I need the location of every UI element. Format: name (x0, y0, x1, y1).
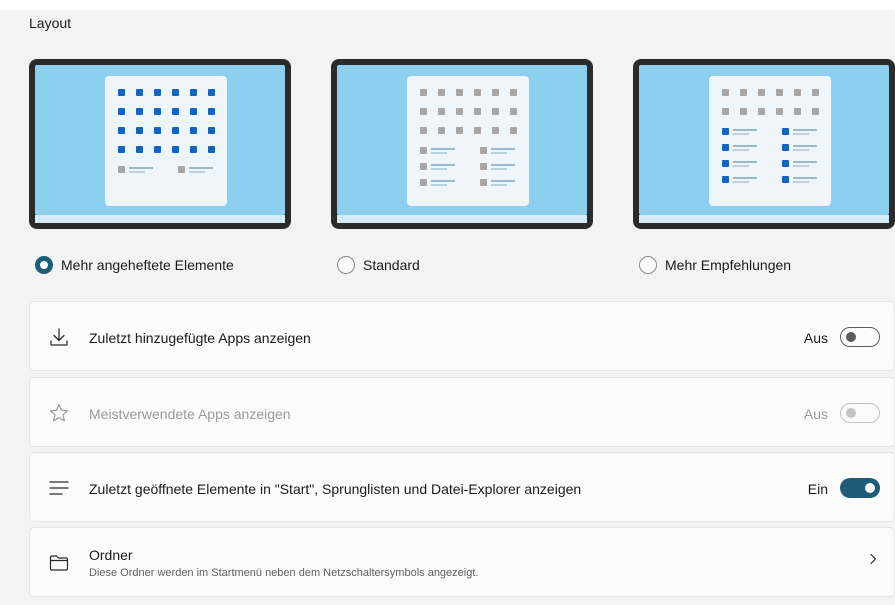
preview-start-menu (407, 76, 529, 206)
top-strip (0, 0, 895, 10)
layout-preview-more-pins[interactable] (29, 59, 291, 229)
preview-start-menu (105, 76, 227, 206)
setting-row-folders[interactable]: Ordner Diese Ordner werden im Startmenü … (29, 527, 895, 597)
preview-start-menu (709, 76, 831, 206)
radio-button-selected[interactable] (35, 256, 53, 274)
preview-taskbar (639, 215, 889, 223)
setting-row-most-used-apps: Meistverwendete Apps anzeigen Aus (29, 377, 895, 447)
toggle-state-label: Aus (803, 330, 828, 346)
radio-button[interactable] (639, 256, 657, 274)
radio-label: Mehr Empfehlungen (665, 257, 792, 273)
toggle-switch[interactable] (840, 327, 880, 347)
toggle-state-label: Ein (807, 481, 828, 497)
download-icon (50, 328, 68, 346)
radio-option-more-recommendations[interactable]: Mehr Empfehlungen (639, 255, 791, 275)
folder-title: Ordner (89, 547, 133, 563)
layout-preview-standard[interactable] (331, 59, 593, 229)
setting-row-recently-opened-items[interactable]: Zuletzt geöffnete Elemente in "Start", S… (29, 452, 895, 522)
folder-icon (49, 555, 69, 571)
setting-label: Zuletzt geöffnete Elemente in "Start", S… (89, 481, 582, 497)
radio-label: Mehr angeheftete Elemente (61, 257, 234, 273)
list-icon (49, 481, 69, 495)
section-title: Layout (29, 15, 72, 31)
toggle-switch (840, 403, 880, 423)
radio-label: Standard (363, 257, 420, 273)
preview-desktop (639, 65, 889, 215)
preview-taskbar (35, 215, 285, 223)
radio-option-standard[interactable]: Standard (337, 255, 420, 275)
setting-label: Zuletzt hinzugefügte Apps anzeigen (89, 330, 311, 346)
radio-option-more-pins[interactable]: Mehr angeheftete Elemente (35, 255, 234, 275)
preview-desktop (35, 65, 285, 215)
setting-row-recently-added-apps[interactable]: Zuletzt hinzugefügte Apps anzeigen Aus (29, 301, 895, 371)
toggle-switch[interactable] (840, 478, 880, 498)
setting-label: Meistverwendete Apps anzeigen (89, 406, 291, 422)
toggle-state-label: Aus (803, 406, 828, 422)
layout-preview-more-recommendations[interactable] (633, 59, 895, 229)
preview-taskbar (337, 215, 587, 223)
radio-button[interactable] (337, 256, 355, 274)
star-icon (49, 403, 69, 422)
preview-desktop (337, 65, 587, 215)
chevron-right-icon (870, 553, 877, 565)
folder-description: Diese Ordner werden im Startmenü neben d… (89, 567, 479, 579)
